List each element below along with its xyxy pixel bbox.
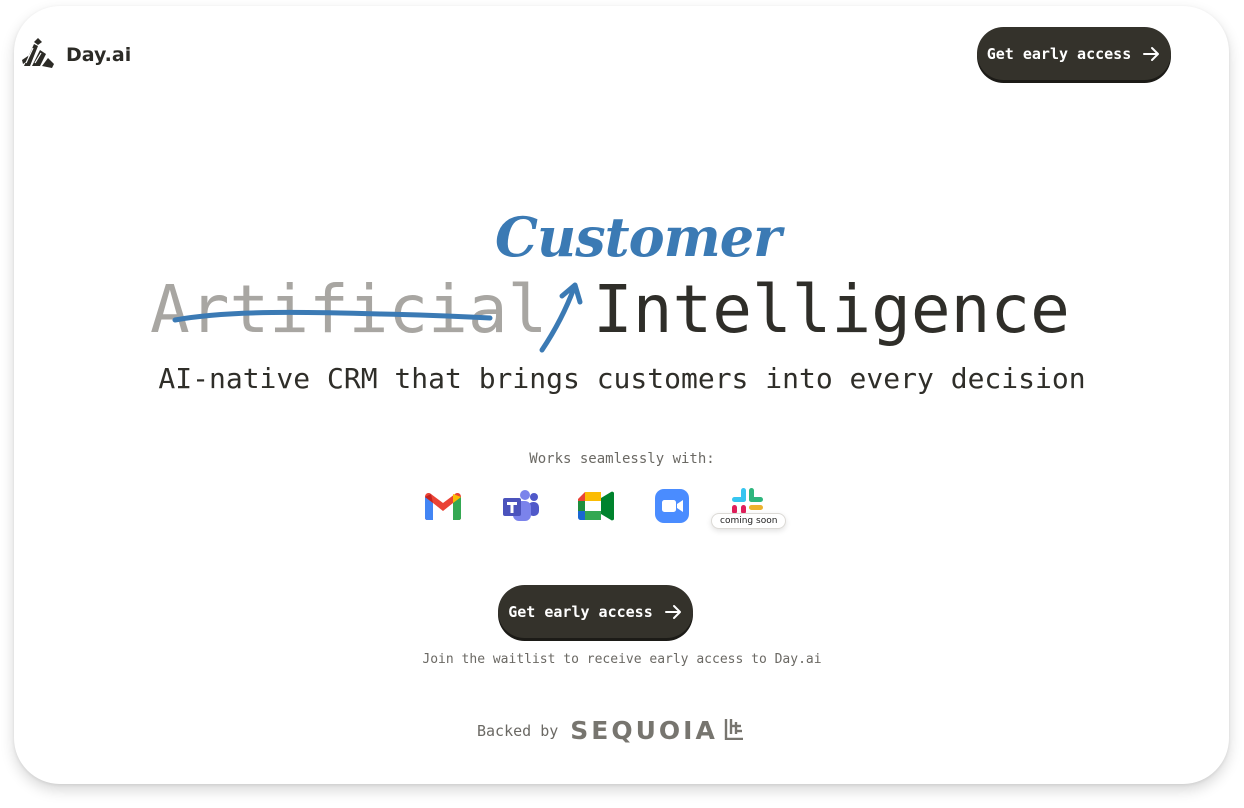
hero-tagline: AI-native CRM that brings customers into… — [158, 362, 1086, 395]
zoom-icon — [655, 489, 689, 527]
backed-by-label: Backed by — [477, 721, 559, 740]
strikethrough-stroke — [172, 309, 493, 323]
sequoia-wordmark: SEQUOIA — [570, 716, 718, 745]
header-cta-label: Get early access — [986, 44, 1132, 63]
insert-caret-arrow — [539, 282, 583, 353]
header-get-early-access-button[interactable]: Get early access — [977, 27, 1171, 80]
backed-by: Backed by SEQUOIA — [477, 716, 744, 745]
hero-main-word: Intelligence — [593, 271, 1070, 348]
google-meet-icon — [577, 490, 615, 526]
gmail-icon — [424, 491, 462, 525]
hero-replacement-word: Customer — [495, 205, 782, 269]
main-cta-label: Get early access — [508, 602, 653, 621]
brand-logo[interactable]: Day.ai — [20, 36, 131, 74]
waitlist-subtext: Join the waitlist to receive early acces… — [422, 652, 822, 667]
arrow-right-icon — [664, 604, 683, 620]
teams-icon — [502, 489, 540, 527]
sequoia-logo: SEQUOIA — [570, 716, 744, 745]
page-card — [14, 6, 1229, 784]
day-ai-logo-icon — [20, 36, 56, 74]
integrations-label: Works seamlessly with: — [529, 451, 715, 467]
brand-name: Day.ai — [66, 44, 132, 66]
coming-soon-badge: coming soon — [711, 513, 787, 529]
arrow-right-icon — [1143, 46, 1161, 62]
integrations-row — [0, 485, 1244, 535]
main-get-early-access-button[interactable]: Get early access — [498, 585, 693, 638]
sequoia-mark-icon — [724, 718, 744, 744]
